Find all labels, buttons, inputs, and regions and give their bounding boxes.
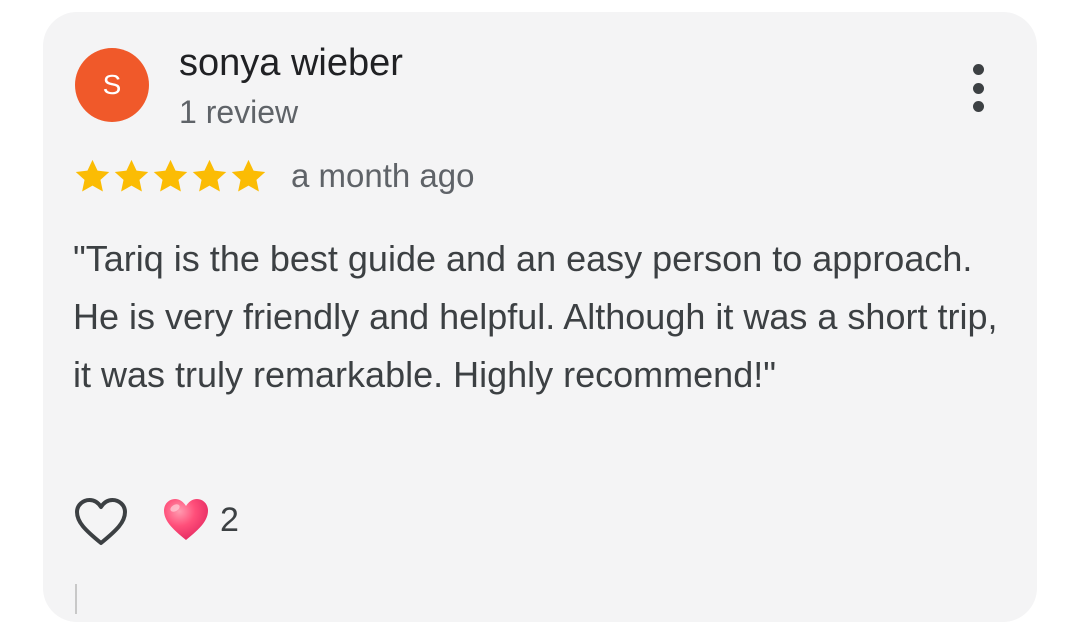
author-name[interactable]: sonya wieber [179,42,403,85]
star-icon [231,159,266,191]
more-options-icon[interactable] [958,64,998,112]
review-text: "Tariq is the best guide and an easy per… [73,238,998,395]
star-icon [153,159,188,191]
star-rating [73,156,268,196]
avatar-letter: S [102,69,122,100]
heart-emoji-icon [164,499,208,540]
heart-reaction-button[interactable]: 2 [162,496,239,544]
dot [972,101,984,112]
star-icon [75,159,110,191]
review-card: S sonya wieber 1 review a month ago "Tar… [43,12,1037,622]
heart-count: 2 [220,500,239,539]
heart-outline-icon[interactable] [73,496,129,548]
review-count: 1 review [179,94,299,130]
review-time: a month ago [291,157,475,194]
dot [972,64,984,75]
avatar[interactable]: S [75,48,149,122]
star-icon [114,159,149,191]
divider [75,584,77,614]
dot [972,82,984,94]
star-icon [192,159,227,191]
